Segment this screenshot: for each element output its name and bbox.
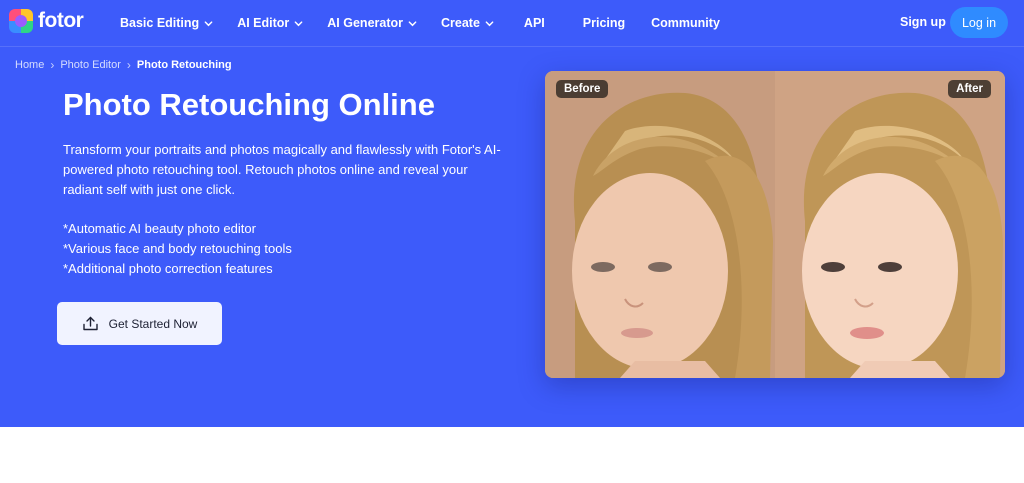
portrait-before-image — [545, 71, 775, 378]
get-started-button[interactable]: Get Started Now — [57, 302, 222, 345]
nav-item-ai-editor[interactable]: AI Editor — [237, 16, 303, 30]
chevron-down-icon — [408, 20, 417, 26]
nav-item-api[interactable]: API — [524, 16, 545, 30]
breadcrumb: Home › Photo Editor › Photo Retouching — [15, 58, 232, 72]
before-after-image: Before After — [545, 71, 1005, 378]
page-title: Photo Retouching Online — [63, 87, 435, 122]
portrait-after-image — [775, 71, 1005, 378]
chevron-down-icon — [294, 20, 303, 26]
after-badge: After — [948, 80, 991, 98]
chevron-down-icon — [204, 20, 213, 26]
nav-item-create[interactable]: Create — [441, 16, 494, 30]
feature-item: *Automatic AI beauty photo editor — [63, 221, 256, 236]
log-in-button[interactable]: Log in — [950, 7, 1008, 38]
fotor-logo[interactable]: fotor — [9, 9, 84, 33]
get-started-label: Get Started Now — [108, 316, 198, 331]
feature-list: *Automatic AI beauty photo editor *Vario… — [63, 219, 292, 279]
before-badge: Before — [556, 80, 609, 98]
logo-text: fotor — [38, 9, 84, 32]
sign-up-link[interactable]: Sign up — [900, 15, 946, 29]
after-photo: After — [775, 71, 1005, 378]
nav-item-community[interactable]: Community — [651, 16, 720, 30]
chevron-right-icon: › — [126, 58, 131, 72]
feature-item: *Various face and body retouching tools — [63, 241, 292, 256]
nav-item-label: AI Editor — [237, 16, 290, 30]
nav-item-label: Pricing — [582, 16, 626, 30]
nav-item-pricing[interactable]: Pricing — [583, 16, 625, 30]
chevron-right-icon: › — [50, 58, 55, 72]
nav-item-label: AI Generator — [327, 16, 403, 30]
breadcrumb-home[interactable]: Home — [15, 59, 44, 71]
nav-item-label: Create — [441, 16, 480, 30]
breadcrumb-current: Photo Retouching — [136, 59, 232, 71]
feature-item: *Additional photo correction features — [63, 261, 273, 276]
fotor-logo-icon — [9, 9, 33, 33]
breadcrumb-photo-editor[interactable]: Photo Editor — [60, 59, 121, 71]
main-menu: Basic Editing AI Editor AI Generator Create… — [120, 0, 744, 46]
nav-item-label: Community — [651, 16, 720, 30]
nav-item-ai-generator[interactable]: AI Generator — [327, 16, 417, 30]
upload-icon — [82, 316, 98, 331]
nav-item-label: API — [523, 16, 545, 30]
before-photo: Before — [545, 71, 775, 378]
nav-item-label: Basic Editing — [120, 16, 200, 30]
nav-item-basic-editing[interactable]: Basic Editing — [120, 16, 213, 30]
top-navbar: fotor Basic Editing AI Editor AI Generator… — [0, 0, 1024, 46]
nav-divider — [0, 46, 1024, 47]
hero-description: Transform your portraits and photos magi… — [63, 142, 501, 197]
chevron-down-icon — [485, 20, 494, 26]
